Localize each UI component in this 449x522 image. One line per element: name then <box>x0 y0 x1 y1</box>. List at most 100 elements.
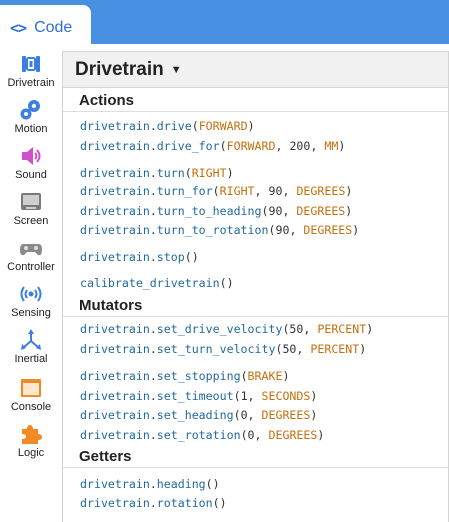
code-object: drivetrain <box>80 322 150 336</box>
code-number: 50 <box>289 322 304 336</box>
code-object: drivetrain <box>80 477 150 491</box>
puzzle-icon <box>22 425 42 444</box>
code-comma: , <box>296 342 311 356</box>
code-number: 90 <box>275 223 290 237</box>
code-snippet-calibrate-drivetrain[interactable]: calibrate_drivetrain() <box>80 276 234 290</box>
code-paren: ) <box>338 139 346 153</box>
code-number: 0 <box>247 428 255 442</box>
code-paren: ( <box>184 250 192 264</box>
code-function: turn_to_heading <box>156 204 262 218</box>
code-comma: , <box>254 184 269 198</box>
code-dot: . <box>149 119 157 133</box>
code-dot: . <box>149 322 157 336</box>
code-constant: DEGREES <box>268 428 318 442</box>
code-function: stop <box>156 250 185 264</box>
code-dot: . <box>149 369 157 383</box>
code-constant: FORWARD <box>226 139 276 153</box>
code-function: drive <box>156 119 192 133</box>
code-function: rotation <box>156 496 213 510</box>
code-snippet-set-turn-velocity[interactable]: drivetrain.set_turn_velocity(50, PERCENT… <box>80 342 366 356</box>
code-function: turn_to_rotation <box>156 223 269 237</box>
code-paren: ( <box>219 139 227 153</box>
code-function: set_timeout <box>156 389 234 403</box>
code-function: turn_for <box>156 184 213 198</box>
code-object: drivetrain <box>80 428 150 442</box>
category-console[interactable]: Console <box>0 376 62 413</box>
gears-icon <box>20 100 40 120</box>
code-function: set_heading <box>156 408 234 422</box>
category-drivetrain-label: Drivetrain <box>7 77 55 89</box>
code-dot: . <box>149 496 157 510</box>
code-dot: . <box>149 166 157 180</box>
code-paren: ) <box>310 408 318 422</box>
code-snippet-set-timeout[interactable]: drivetrain.set_timeout(1, SECONDS) <box>80 389 317 403</box>
category-drivetrain[interactable]: Drivetrain <box>0 52 62 89</box>
code-function: set_turn_velocity <box>156 342 276 356</box>
code-object: drivetrain <box>80 166 150 180</box>
category-screen[interactable]: Screen <box>0 190 62 227</box>
code-comma: , <box>254 428 269 442</box>
category-inertial[interactable]: Inertial <box>0 328 62 365</box>
code-snippet-heading[interactable]: drivetrain.heading() <box>80 477 220 491</box>
code-paren: ( <box>240 369 248 383</box>
code-function: heading <box>156 477 206 491</box>
code-snippet-turn-for[interactable]: drivetrain.turn_for(RIGHT, 90, DEGREES) <box>80 184 352 198</box>
code-function: turn <box>156 166 185 180</box>
code-dot: . <box>149 408 157 422</box>
caret-down-icon: ▼ <box>170 63 182 76</box>
code-constant: MM <box>324 139 339 153</box>
code-constant: SECONDS <box>261 389 311 403</box>
code-comma: , <box>247 389 262 403</box>
code-constant: BRAKE <box>247 369 283 383</box>
code-dot: . <box>149 223 157 237</box>
code-snippet-set-drive-velocity[interactable]: drivetrain.set_drive_velocity(50, PERCEN… <box>80 322 373 336</box>
code-snippet-drive-for[interactable]: drivetrain.drive_for(FORWARD, 200, MM) <box>80 139 345 153</box>
screen-icon <box>21 193 41 210</box>
code-paren: ( <box>219 276 227 290</box>
code-comma: , <box>282 204 297 218</box>
category-sound[interactable]: Sound <box>0 144 62 181</box>
category-motion[interactable]: Motion <box>0 98 62 135</box>
code-paren: ) <box>345 204 353 218</box>
category-motion-label: Motion <box>14 123 48 135</box>
code-object: drivetrain <box>80 119 150 133</box>
category-screen-label: Screen <box>13 215 49 227</box>
code-constant: RIGHT <box>219 184 255 198</box>
category-dropdown[interactable]: Drivetrain ▼ <box>63 52 448 88</box>
code-dot: . <box>149 250 157 264</box>
code-constant: DEGREES <box>303 223 353 237</box>
code-number: 90 <box>268 184 283 198</box>
code-number: 1 <box>240 389 248 403</box>
console-icon <box>21 379 41 397</box>
code-paren: ) <box>366 322 374 336</box>
code-dot: . <box>149 389 157 403</box>
code-paren: ) <box>226 276 234 290</box>
code-snippet-set-stopping[interactable]: drivetrain.set_stopping(BRAKE) <box>80 369 289 383</box>
category-controller[interactable]: Controller <box>0 236 62 273</box>
code-snippet-drive[interactable]: drivetrain.drive(FORWARD) <box>80 119 255 133</box>
section-heading: Getters <box>79 448 132 465</box>
code-snippet-turn[interactable]: drivetrain.turn(RIGHT) <box>80 166 234 180</box>
category-logic[interactable]: Logic <box>0 422 62 459</box>
code-snippet-turn-to-rotation[interactable]: drivetrain.turn_to_rotation(90, DEGREES) <box>80 223 359 237</box>
code-snippet-stop[interactable]: drivetrain.stop() <box>80 250 199 264</box>
code-dot: . <box>149 184 157 198</box>
code-number: 50 <box>282 342 297 356</box>
code-paren: ( <box>233 408 241 422</box>
code-snippet-turn-to-heading[interactable]: drivetrain.turn_to_heading(90, DEGREES) <box>80 204 352 218</box>
code-number: 90 <box>268 204 283 218</box>
code-snippet-set-rotation[interactable]: drivetrain.set_rotation(0, DEGREES) <box>80 428 324 442</box>
code-snippet-set-heading[interactable]: drivetrain.set_heading(0, DEGREES) <box>80 408 317 422</box>
gamepad-icon <box>20 244 42 256</box>
code-object: drivetrain <box>80 389 150 403</box>
code-comma: , <box>247 408 262 422</box>
code-dot: . <box>149 477 157 491</box>
code-function: set_stopping <box>156 369 241 383</box>
category-sensing[interactable]: Sensing <box>0 282 62 319</box>
code-paren: ) <box>247 119 255 133</box>
code-paren: ) <box>317 428 325 442</box>
category-sidebar: Drivetrain Motion Sound Screen Controlle… <box>0 44 62 511</box>
code-snippet-rotation[interactable]: drivetrain.rotation() <box>80 496 227 510</box>
code-object: drivetrain <box>80 342 150 356</box>
code-object: drivetrain <box>80 250 150 264</box>
